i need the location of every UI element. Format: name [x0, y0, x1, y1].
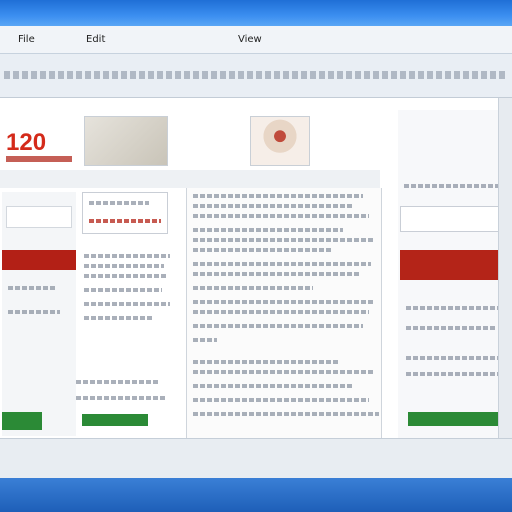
menu-item-view[interactable]: View	[238, 33, 262, 47]
text-line	[8, 286, 56, 290]
sidebar-headline-box[interactable]	[400, 206, 508, 232]
text-line	[84, 264, 164, 268]
address-bar[interactable]	[0, 54, 512, 98]
middle-column	[76, 192, 176, 432]
menu-item-file[interactable]: File	[18, 33, 35, 47]
logo-icon: 120	[6, 129, 47, 156]
content-box[interactable]	[82, 192, 168, 234]
text-line	[8, 310, 60, 314]
scrollbar-icon[interactable]	[498, 98, 512, 438]
text-line	[76, 396, 166, 400]
left-block[interactable]	[6, 206, 72, 228]
section-bar	[2, 250, 76, 270]
left-column	[2, 192, 76, 436]
address-text	[4, 71, 508, 79]
green-link[interactable]	[82, 414, 148, 426]
text-line	[84, 274, 168, 278]
green-tab[interactable]	[2, 412, 42, 430]
text-line	[84, 288, 162, 292]
status-bar	[0, 438, 512, 478]
red-banner[interactable]	[400, 250, 510, 280]
green-link[interactable]	[408, 412, 508, 426]
text-line	[84, 316, 154, 320]
main-article	[186, 188, 382, 438]
taskbar	[0, 478, 512, 512]
right-sidebar	[398, 110, 512, 438]
text-line	[84, 254, 170, 258]
navigation-band[interactable]	[0, 170, 380, 188]
photo-icon[interactable]	[84, 116, 168, 166]
logo-tagline	[6, 156, 72, 162]
text-line	[84, 302, 170, 306]
text-line	[76, 380, 160, 384]
site-logo[interactable]: 120	[2, 125, 76, 169]
photo-icon[interactable]	[250, 116, 310, 166]
menu-item-edit[interactable]: Edit	[86, 33, 105, 47]
menu-bar: File Edit View	[0, 26, 512, 54]
window-title-bar	[0, 0, 512, 26]
